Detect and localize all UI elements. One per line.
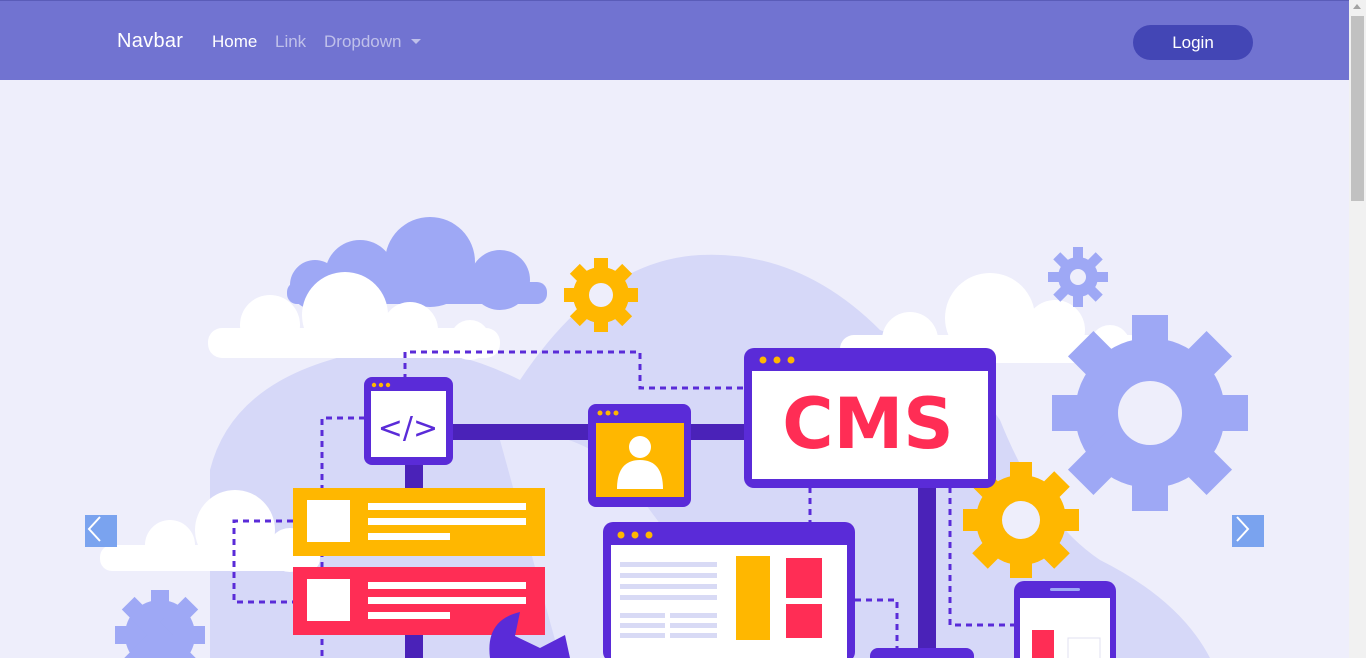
dashboard-window <box>603 522 855 658</box>
navbar: Navbar Home Link Dropdown Login <box>0 0 1349 80</box>
gear-icon <box>115 590 205 658</box>
caret-down-icon <box>410 39 421 44</box>
nav-link-home[interactable]: Home <box>212 32 257 52</box>
content-card-yellow <box>293 488 545 556</box>
cms-illustration: </> CMS <box>100 217 1248 658</box>
gear-icon <box>1048 247 1108 307</box>
page-scrollbar[interactable] <box>1349 0 1366 658</box>
carousel-prev-button[interactable] <box>85 515 117 547</box>
phone-window <box>1014 581 1116 658</box>
carousel-next-button[interactable] <box>1232 515 1264 547</box>
navbar-brand[interactable]: Navbar <box>117 30 183 53</box>
chevron-left-icon <box>87 516 101 542</box>
user-profile-window <box>588 404 691 507</box>
code-window: </> <box>364 377 453 465</box>
svg-text:CMS: CMS <box>782 383 953 465</box>
hero-carousel: </> CMS <box>0 80 1349 658</box>
cms-window: CMS <box>744 348 996 488</box>
scrollbar-thumb[interactable] <box>1351 16 1364 201</box>
user-icon <box>629 436 651 458</box>
login-button[interactable]: Login <box>1133 25 1253 60</box>
nav-link-link[interactable]: Link <box>275 32 306 52</box>
nav-dropdown-label: Dropdown <box>324 32 402 51</box>
chevron-right-icon <box>1236 516 1250 542</box>
gear-icon <box>1052 315 1248 511</box>
nav-dropdown[interactable]: Dropdown <box>324 32 421 52</box>
scroll-up-icon[interactable] <box>1353 4 1361 9</box>
svg-text:</>: </> <box>378 411 438 446</box>
gear-icon <box>564 258 638 332</box>
